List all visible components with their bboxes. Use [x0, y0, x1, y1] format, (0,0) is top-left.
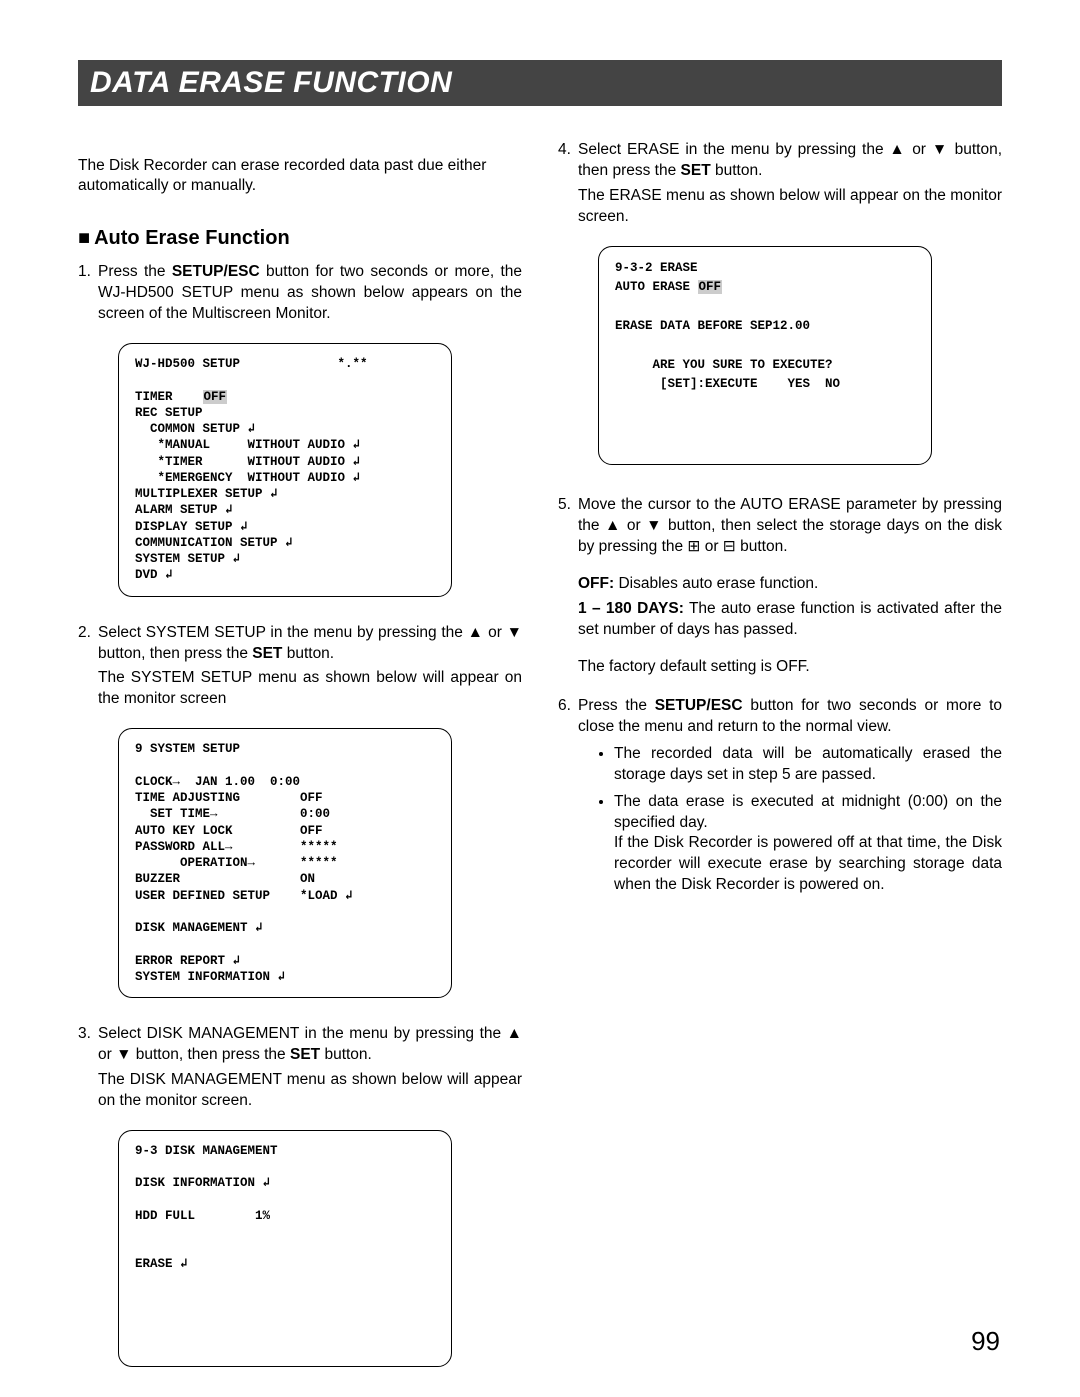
screen1-highlight: OFF [203, 390, 228, 404]
page-title-bar: DATA ERASE FUNCTION [78, 60, 1002, 106]
step3-text-b: button. [320, 1046, 372, 1063]
days-label: 1 – 180 DAYS: [578, 600, 684, 617]
off-text: Disables auto erase function. [614, 575, 818, 592]
step2-text-c: The SYSTEM SETUP menu as shown below wil… [98, 668, 522, 710]
section-heading: ■Auto Erase Function [78, 225, 522, 252]
screen1-pre: WJ-HD500 SETUP *.** TIMER [135, 357, 368, 404]
document-page: DATA ERASE FUNCTION The Disk Recorder ca… [0, 0, 1080, 1397]
step-number: 1. [78, 262, 91, 283]
section-heading-text: Auto Erase Function [94, 227, 290, 249]
step3-text-c: The DISK MANAGEMENT menu as shown below … [98, 1070, 522, 1112]
step-number: 6. [558, 696, 571, 717]
step4-text-b: button. [711, 162, 763, 179]
step4-text-c: The ERASE menu as shown below will appea… [578, 186, 1002, 228]
bullet2-text: The data erase is executed at midnight (… [614, 793, 1002, 831]
step-3: 3. Select DISK MANAGEMENT in the menu by… [78, 1024, 522, 1112]
steps-left-3: 3. Select DISK MANAGEMENT in the menu by… [78, 1024, 522, 1112]
square-bullet-icon: ■ [78, 227, 90, 249]
step1-text-a: Press the [98, 263, 172, 280]
step-2: 2. Select SYSTEM SETUP in the menu by pr… [78, 623, 522, 711]
setup-esc-label: SETUP/ESC [655, 697, 743, 714]
screen4-post: ERASE DATA BEFORE SEP12.00 ARE YOU SURE … [615, 319, 840, 391]
step-6: 6. Press the SETUP/ESC button for two se… [558, 696, 1002, 896]
page-title: DATA ERASE FUNCTION [90, 66, 452, 99]
content-columns: The Disk Recorder can erase recorded dat… [78, 140, 1002, 1393]
step-5: 5. Move the cursor to the AUTO ERASE par… [558, 495, 1002, 677]
steps-left: 1. Press the SETUP/ESC button for two se… [78, 262, 522, 325]
step-number: 5. [558, 495, 571, 516]
step2-text-b: button. [282, 645, 334, 662]
screen-wjhd500-setup: WJ-HD500 SETUP *.** TIMER OFF REC SETUP … [118, 343, 452, 597]
steps-right-5: 5. Move the cursor to the AUTO ERASE par… [558, 495, 1002, 896]
steps-left-2: 2. Select SYSTEM SETUP in the menu by pr… [78, 623, 522, 711]
screen4-highlight: OFF [698, 280, 723, 294]
screen4-pre: 9-3-2 ERASE AUTO ERASE [615, 261, 698, 294]
step5-text: Move the cursor to the AUTO ERASE parame… [578, 495, 1002, 558]
step-1: 1. Press the SETUP/ESC button for two se… [78, 262, 522, 325]
set-label: SET [681, 162, 711, 179]
bullet2b-text: If the Disk Recorder is powered off at t… [614, 834, 1002, 893]
set-label: SET [290, 1046, 320, 1063]
step6-text-a: Press the [578, 697, 655, 714]
step-number: 2. [78, 623, 91, 644]
factory-default: The factory default setting is OFF. [578, 657, 1002, 678]
right-column: 4. Select ERASE in the menu by pressing … [558, 140, 1002, 1393]
intro-text: The Disk Recorder can erase recorded dat… [78, 156, 522, 198]
set-label: SET [252, 645, 282, 662]
step4-text-a: Select ERASE in the menu by pressing the… [578, 141, 1002, 179]
step-number: 4. [558, 140, 571, 161]
screen-disk-management: 9-3 DISK MANAGEMENT DISK INFORMATION ↲ H… [118, 1130, 452, 1367]
setup-esc-label: SETUP/ESC [172, 263, 260, 280]
screen-system-setup: 9 SYSTEM SETUP CLOCK→ JAN 1.00 0:00 TIME… [118, 728, 452, 998]
screen1-post: REC SETUP COMMON SETUP ↲ *MANUAL WITHOUT… [135, 406, 360, 583]
page-number: 99 [971, 1326, 1000, 1357]
left-column: The Disk Recorder can erase recorded dat… [78, 140, 522, 1393]
step-number: 3. [78, 1024, 91, 1045]
off-label: OFF: [578, 575, 614, 592]
bullet-item: The data erase is executed at midnight (… [614, 792, 1002, 897]
step-4: 4. Select ERASE in the menu by pressing … [558, 140, 1002, 228]
step6-bullets: The recorded data will be automatically … [596, 744, 1002, 896]
bullet-item: The recorded data will be automatically … [614, 744, 1002, 786]
screen-erase: 9-3-2 ERASE AUTO ERASE OFF ERASE DATA BE… [598, 246, 932, 466]
steps-right: 4. Select ERASE in the menu by pressing … [558, 140, 1002, 228]
